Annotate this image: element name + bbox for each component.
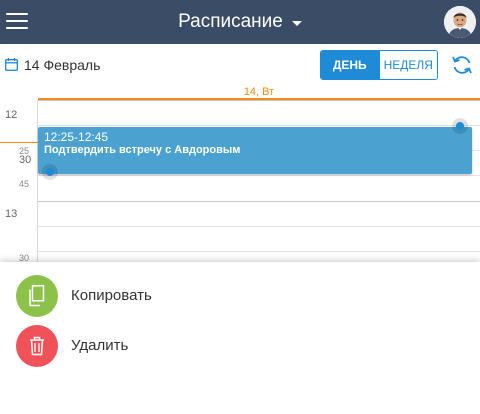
grid-line [38, 125, 480, 126]
week-view-button[interactable]: НЕДЕЛЯ [378, 51, 437, 79]
copy-label: Копировать [71, 287, 152, 304]
app-header: Расписание [0, 0, 480, 44]
event-title: Подтвердить встречу с Авдоровым [44, 144, 241, 156]
hour-label: 12 [5, 109, 18, 121]
action-sheet: Копировать Удалить [0, 262, 480, 414]
current-date-label[interactable]: 14 Февраль [24, 57, 100, 73]
grid-line [38, 100, 480, 101]
time-grid[interactable]: 12 25 30 45 13 30 12:25-12:45 Подтвердит… [0, 100, 480, 262]
grid-line [38, 201, 480, 202]
page-title: Расписание [178, 11, 283, 32]
day-view-button[interactable]: ДЕНЬ [321, 51, 379, 79]
current-time-marker [0, 142, 38, 143]
minute-label: 45 [19, 179, 30, 189]
refresh-icon[interactable] [450, 53, 474, 77]
title-dropdown[interactable]: Расписание [0, 0, 480, 44]
hour-label: 13 [5, 208, 18, 220]
minute-label: 30 [19, 253, 30, 262]
grid-line [38, 175, 480, 176]
day-header-label: 14, Вт [243, 86, 275, 98]
delete-label: Удалить [71, 337, 129, 354]
copy-action[interactable]: Копировать [0, 275, 480, 319]
copy-icon [16, 275, 58, 317]
calendar-event[interactable]: 12:25-12:45 Подтвердить встречу с Авдоро… [38, 127, 472, 174]
event-resize-handle-top[interactable] [452, 118, 468, 134]
user-avatar[interactable] [444, 6, 476, 38]
event-time: 12:25-12:45 [44, 130, 109, 144]
view-switcher: ДЕНЬ НЕДЕЛЯ [320, 50, 438, 80]
grid-line [38, 226, 480, 227]
minute-label: 30 [19, 154, 32, 166]
calendar-icon[interactable] [5, 58, 18, 71]
delete-action[interactable]: Удалить [0, 325, 480, 369]
trash-icon [16, 325, 58, 367]
chevron-down-icon [291, 20, 302, 26]
grid-line [38, 251, 480, 252]
event-resize-handle-bottom[interactable] [42, 164, 58, 180]
date-toolbar: 14 Февраль ДЕНЬ НЕДЕЛЯ [0, 44, 480, 86]
